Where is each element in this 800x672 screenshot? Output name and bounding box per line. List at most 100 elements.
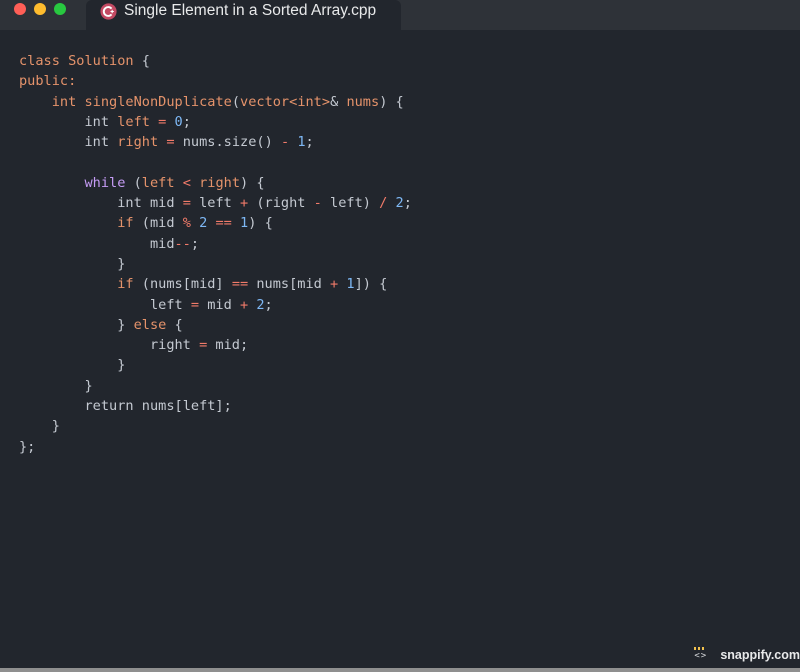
code-line: int mid = left + (right - left) / 2;: [19, 193, 412, 213]
code-token: (nums[mid]: [133, 276, 232, 293]
code-line: public:: [19, 71, 412, 91]
code-line: };: [19, 437, 412, 457]
code-token: return: [84, 398, 134, 415]
code-token: <: [182, 174, 191, 191]
code-token: -: [280, 134, 290, 151]
code-token: %: [182, 215, 191, 232]
code-token: +: [330, 276, 339, 293]
file-tab[interactable]: Single Element in a Sorted Array.cpp: [86, 0, 401, 30]
code-token: >: [321, 93, 331, 110]
code-token: nums: [182, 134, 216, 151]
code-token: right: [19, 337, 200, 354]
code-token: ;: [182, 113, 191, 130]
code-token: vector: [240, 93, 290, 110]
code-token: +: [240, 195, 249, 212]
code-token: else: [133, 316, 167, 333]
code-token: =: [190, 296, 200, 313]
code-token: ) {: [379, 93, 404, 110]
code-line: if (mid % 2 == 1) {: [19, 213, 412, 233]
code-token: (right: [248, 195, 314, 212]
code-token: ]) {: [354, 276, 388, 293]
code-token: 1: [297, 134, 306, 151]
code-line: left = mid + 2;: [19, 295, 412, 315]
code-token: ;: [403, 195, 412, 212]
minimize-window-button[interactable]: [34, 3, 46, 15]
code-token: {: [133, 53, 150, 69]
title-bar: Single Element in a Sorted Array.cpp: [0, 0, 800, 30]
code-token: class: [19, 53, 60, 69]
code-token: nums[mid: [248, 276, 331, 293]
code-line: class Solution {: [19, 51, 412, 71]
close-window-button[interactable]: [14, 3, 26, 15]
code-token: right: [199, 174, 241, 191]
code-token: ) {: [248, 215, 273, 232]
code-line: if (nums[mid] == nums[mid + 1]) {: [19, 274, 412, 294]
code-token: ) {: [240, 174, 265, 191]
code-token: =: [166, 134, 175, 151]
code-token: --: [174, 235, 191, 252]
code-token: (mid: [133, 215, 183, 232]
code-token: left: [190, 195, 240, 212]
code-token: ;: [264, 296, 273, 313]
code-line: int left = 0;: [19, 112, 412, 132]
code-token: left: [141, 174, 175, 191]
cpp-language-icon: [100, 3, 117, 20]
code-token: nums[left];: [133, 398, 232, 415]
code-token: int: [84, 113, 110, 130]
code-token: -: [313, 195, 322, 212]
code-token: size: [223, 134, 257, 151]
code-token: }: [19, 377, 93, 394]
code-line: }: [19, 254, 412, 274]
code-token: left: [19, 296, 191, 313]
code-token: mid: [19, 235, 175, 252]
code-window: Single Element in a Sorted Array.cpp cla…: [0, 0, 800, 668]
code-token: mid;: [207, 337, 249, 354]
code-token: ;: [305, 134, 314, 151]
code-line: }: [19, 376, 412, 396]
code-token: if: [117, 276, 134, 293]
code-line: while (left < right) {: [19, 173, 412, 193]
code-token: }: [19, 418, 60, 435]
code-line: right = mid;: [19, 335, 412, 355]
code-line: }: [19, 355, 412, 375]
code-token: int: [51, 93, 77, 110]
snappify-logo-icon: <>: [692, 647, 714, 663]
code-token: mid: [199, 296, 240, 313]
code-line: mid--;: [19, 234, 412, 254]
maximize-window-button[interactable]: [54, 3, 66, 15]
code-token: }: [19, 357, 126, 374]
code-token: singleNonDuplicate: [84, 93, 232, 110]
code-token: int: [297, 93, 322, 110]
code-token: int: [117, 195, 142, 212]
code-token: ==: [231, 276, 249, 293]
code-token: (: [125, 174, 142, 191]
code-token: ==: [215, 215, 232, 232]
code-token: while: [84, 174, 126, 191]
branding[interactable]: <> snappify.com: [692, 645, 800, 665]
code-token: };: [19, 438, 36, 455]
code-token: 0: [174, 113, 183, 130]
code-token: ;: [190, 235, 200, 252]
code-token: }: [19, 255, 126, 272]
code-token: (: [231, 93, 241, 110]
code-token: left): [321, 195, 380, 212]
code-token: {: [166, 316, 183, 333]
